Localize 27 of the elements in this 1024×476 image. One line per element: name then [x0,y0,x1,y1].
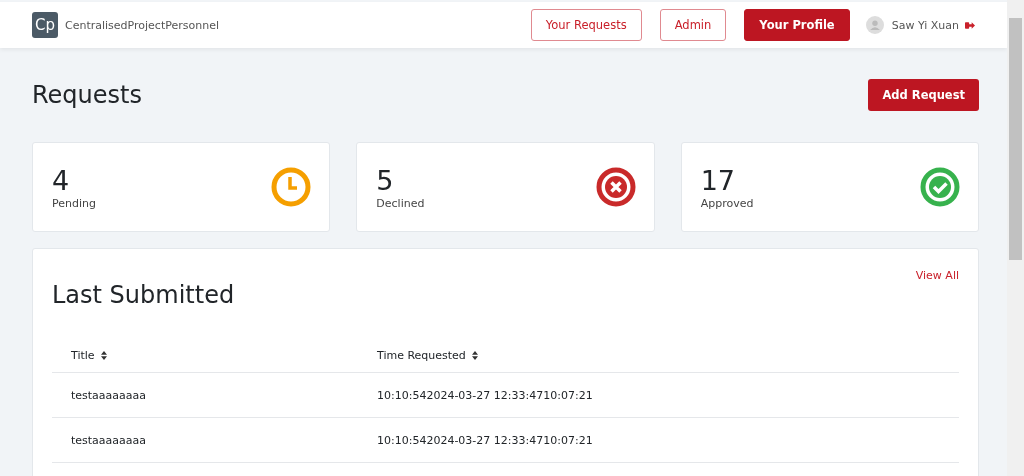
nav-button[interactable]: Your Requests [530,9,642,41]
table-cell: testaaaaaaaa [71,433,147,447]
stat-label: Declined [376,196,425,210]
table-cell: testaaaaaaaa [71,388,147,402]
add-request-button[interactable]: Add Request [868,79,979,111]
stat-count: 4 [52,164,71,197]
user-name[interactable]: Saw Yi Xuan [891,18,959,32]
scrollbar-thumb[interactable] [1009,18,1022,260]
stat-count: 17 [700,164,736,197]
column-header[interactable]: Time Requested [377,349,478,362]
nav-button[interactable]: Your Profile [744,9,850,41]
table-cell: 10:10:542024-03-27 12:33:4710:07:21 [377,388,593,402]
stat-label: Pending [52,196,96,210]
page-title: Requests [32,81,142,109]
sort-icon[interactable] [100,351,107,360]
column-header[interactable]: Title [71,349,107,362]
brand-name[interactable]: CentralisedProjectPersonnel [65,18,219,32]
nav-button[interactable]: Admin [659,9,727,41]
logout-icon[interactable] [965,20,975,30]
sort-icon[interactable] [471,351,478,360]
stat-label: Approved [700,196,754,210]
stat-count: 5 [376,164,395,197]
scrollbar[interactable] [1007,0,1024,476]
logo[interactable]: Cp [32,12,58,38]
table-title: Last Submitted [52,281,235,309]
view-all-link[interactable]: View All [915,269,959,282]
table-cell: 10:10:542024-03-27 12:33:4710:07:21 [377,433,593,447]
